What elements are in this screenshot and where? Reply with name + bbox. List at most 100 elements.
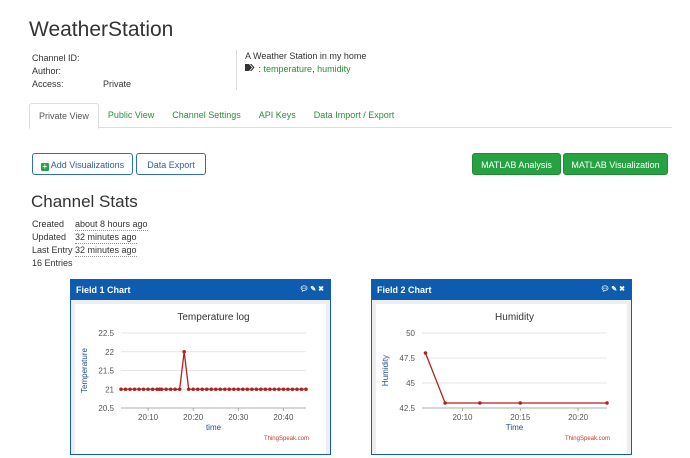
meta-label: Channel ID: [32,53,80,63]
data-point [236,387,241,392]
matlab-visualization-button[interactable]: MATLAB Visualization [563,153,668,175]
add-visualizations-label: Add Visualizations [50,160,125,170]
data-point [173,387,177,392]
data-point [159,387,164,392]
y-tick-label: 50 [406,329,415,338]
data-point [268,387,272,392]
data-point [605,401,609,405]
stats-value: about 8 hours ago [75,219,148,231]
data-point [245,387,250,392]
y-tick-label: 22 [105,348,114,357]
temperature-chart: Temperature log 20.5 21 21.5 22 22.5 20:10 20:2… [80,312,309,442]
data-point [241,387,245,392]
matlab-analysis-button[interactable]: MATLAB Analysis [472,153,561,175]
chart-credit: ThingSpeak.com [565,436,610,442]
x-axis-label: time [206,423,222,432]
panel-header: Field 2 Chart 💬︎✎✖ [372,280,631,300]
channel-description-block: A Weather Station in my home : temperatu… [236,50,366,90]
data-point [177,387,182,392]
x-axis-label: Time [506,423,524,432]
channel-tags: : temperature, humidity [245,63,366,76]
x-tick-label: 20:20 [183,413,204,422]
meta-label: Author: [32,66,62,76]
stats-entries: 16 Entries [32,258,73,268]
stats-label: Created [32,219,65,229]
data-point [304,387,308,392]
data-point [204,387,209,392]
data-point [209,387,214,392]
data-point [443,401,447,405]
meta-value: Private [103,79,132,89]
data-point [132,387,137,392]
data-point [259,387,263,392]
tags-icon [245,64,259,74]
tab-private-view[interactable]: Private View [29,103,99,129]
stats-label: Last Entry [32,245,73,255]
y-tick-label: 47.5 [399,354,415,363]
data-point [213,387,218,392]
data-point [123,387,128,392]
data-point [518,401,523,405]
tab-channel-settings[interactable]: Channel Settings [163,103,250,127]
data-point [168,387,173,392]
data-point [272,387,277,392]
data-point [286,387,290,392]
data-point [146,387,150,392]
add-visualizations-button[interactable]: + Add Visualizations [32,153,133,175]
stats-label: Updated [32,232,67,242]
data-point [478,401,482,405]
y-tick-label: 20.5 [98,404,114,413]
close-icon[interactable]: ✖ [318,286,326,293]
channel-tabs: Private View Public View Channel Setting… [29,103,672,129]
tab-api-keys[interactable]: API Keys [250,103,305,127]
stats-value: 32 minutes ago [75,232,137,244]
y-tick-label: 21.5 [98,367,114,376]
tag-link-humidity[interactable]: humidity [317,64,351,74]
chart-credit: ThingSpeak.com [264,436,309,442]
data-point [186,387,191,392]
comment-icon[interactable]: 💬︎ [299,286,310,293]
close-icon[interactable]: ✖ [619,286,627,293]
chart-area: Humidity 42.5 45 47.5 50 20:10 20:15 20:20 Time H… [376,304,627,454]
data-export-button[interactable]: Data Export [136,153,206,175]
pencil-icon[interactable]: ✎ [310,286,318,293]
channel-description: A Weather Station in my home [245,51,367,61]
tag-link-temperature[interactable]: temperature [264,64,313,74]
stats-value: 32 minutes ago [75,245,137,257]
data-point [295,387,299,392]
x-tick-label: 20:10 [452,413,473,422]
y-axis-label: Humidity [381,355,390,386]
data-point [227,387,232,392]
tab-public-view[interactable]: Public View [99,103,163,127]
tab-data-import-export[interactable]: Data Import / Export [305,103,404,127]
y-tick-label: 21 [105,385,114,394]
data-point [222,387,227,392]
data-point [200,387,205,392]
data-point [218,387,223,392]
y-axis-label: Temperature [80,348,89,393]
data-point [423,351,428,355]
channel-stats-title: Channel Stats [31,192,138,211]
field-2-chart-panel: Field 2 Chart 💬︎✎✖ Humidity 42.5 45 47.5 50 2… [371,279,632,455]
field-1-chart-panel: Field 1 Chart 💬︎✎✖ Temperature log 20.5 21… [70,279,331,455]
plus-icon: + [40,162,49,171]
data-point [299,387,304,392]
pencil-icon[interactable]: ✎ [611,286,619,293]
chart-title: Temperature log [177,312,249,323]
humidity-chart: Humidity 42.5 45 47.5 50 20:10 20:15 20:20 Time H… [381,312,610,442]
stats-row-created: Created about 8 hours ago [32,218,148,231]
stats-row-updated: Updated 32 minutes ago [32,231,148,244]
x-tick-label: 20:15 [510,413,531,422]
data-point [290,387,295,392]
chart-title: Humidity [495,312,534,323]
data-point [250,387,254,392]
channel-stats: Created about 8 hours ago Updated 32 min… [32,218,148,269]
x-tick-label: 20:10 [138,413,159,422]
data-point [254,387,259,392]
data-point [232,387,236,392]
y-tick-label: 45 [406,379,415,388]
channel-title: WeatherStation [29,18,174,41]
panel-title: Field 2 Chart [377,285,432,295]
channel-meta: Channel ID: Author: Access: Private [32,52,131,91]
comment-icon[interactable]: 💬︎ [600,286,611,293]
